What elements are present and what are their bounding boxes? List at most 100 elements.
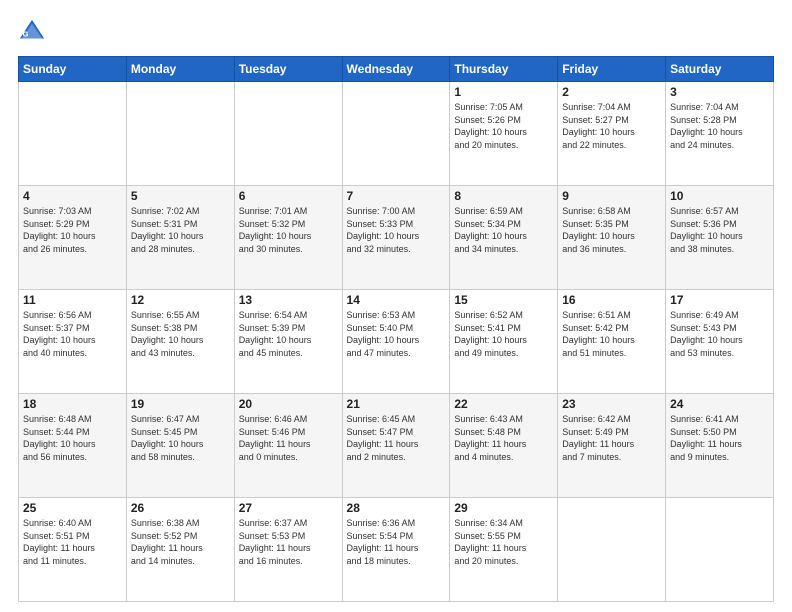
calendar-cell: 18 Sunrise: 6:48 AM Sunset: 5:44 PM Dayli… (19, 394, 127, 498)
day-info: Sunrise: 7:01 AM Sunset: 5:32 PM Dayligh… (239, 205, 338, 255)
weekday-wednesday: Wednesday (342, 57, 450, 82)
calendar-cell: 21Sunrise: 6:45 AM Sunset: 5:47 PM Dayli… (342, 394, 450, 498)
day-number: 14 (347, 293, 446, 307)
day-info: Sunrise: 6:56 AM Sunset: 5:37 PM Dayligh… (23, 309, 122, 359)
weekday-saturday: Saturday (666, 57, 774, 82)
calendar-cell (126, 82, 234, 186)
day-number: 28 (347, 501, 446, 515)
calendar-cell: 2 Sunrise: 7:04 AM Sunset: 5:27 PM Daylig… (558, 82, 666, 186)
day-info: Sunrise: 6:45 AM Sunset: 5:47 PM Dayligh… (347, 413, 446, 463)
day-info: Sunrise: 7:04 AM Sunset: 5:28 PM Dayligh… (670, 101, 769, 151)
day-info: Sunrise: 6:51 AM Sunset: 5:42 PM Dayligh… (562, 309, 661, 359)
day-number: 7 (347, 189, 446, 203)
week-row-3: 11Sunrise: 6:56 AM Sunset: 5:37 PM Dayli… (19, 290, 774, 394)
calendar-cell: 14Sunrise: 6:53 AM Sunset: 5:40 PM Dayli… (342, 290, 450, 394)
day-number: 23 (562, 397, 661, 411)
calendar-cell (666, 498, 774, 602)
week-row-4: 18 Sunrise: 6:48 AM Sunset: 5:44 PM Dayli… (19, 394, 774, 498)
day-number: 5 (131, 189, 230, 203)
day-info: Sunrise: 6:36 AM Sunset: 5:54 PM Dayligh… (347, 517, 446, 567)
weekday-thursday: Thursday (450, 57, 558, 82)
calendar-cell: 23 Sunrise: 6:42 AM Sunset: 5:49 PM Dayli… (558, 394, 666, 498)
day-info: Sunrise: 7:03 AM Sunset: 5:29 PM Dayligh… (23, 205, 122, 255)
week-row-5: 25 Sunrise: 6:40 AM Sunset: 5:51 PM Dayli… (19, 498, 774, 602)
calendar-cell: 17 Sunrise: 6:49 AM Sunset: 5:43 PM Dayli… (666, 290, 774, 394)
calendar-cell: 28 Sunrise: 6:36 AM Sunset: 5:54 PM Dayli… (342, 498, 450, 602)
day-number: 10 (670, 189, 769, 203)
calendar-cell: 27 Sunrise: 6:37 AM Sunset: 5:53 PM Dayli… (234, 498, 342, 602)
day-number: 13 (239, 293, 338, 307)
logo-icon: G (18, 18, 46, 46)
calendar-cell: 26 Sunrise: 6:38 AM Sunset: 5:52 PM Dayli… (126, 498, 234, 602)
calendar-cell: 6Sunrise: 7:01 AM Sunset: 5:32 PM Daylig… (234, 186, 342, 290)
day-info: Sunrise: 6:59 AM Sunset: 5:34 PM Dayligh… (454, 205, 553, 255)
day-info: Sunrise: 6:43 AM Sunset: 5:48 PM Dayligh… (454, 413, 553, 463)
day-info: Sunrise: 6:49 AM Sunset: 5:43 PM Dayligh… (670, 309, 769, 359)
day-number: 9 (562, 189, 661, 203)
day-number: 19 (131, 397, 230, 411)
day-info: Sunrise: 6:58 AM Sunset: 5:35 PM Dayligh… (562, 205, 661, 255)
day-info: Sunrise: 6:47 AM Sunset: 5:45 PM Dayligh… (131, 413, 230, 463)
day-info: Sunrise: 7:02 AM Sunset: 5:31 PM Dayligh… (131, 205, 230, 255)
day-number: 15 (454, 293, 553, 307)
calendar-cell: 10 Sunrise: 6:57 AM Sunset: 5:36 PM Dayli… (666, 186, 774, 290)
day-info: Sunrise: 7:00 AM Sunset: 5:33 PM Dayligh… (347, 205, 446, 255)
day-info: Sunrise: 6:40 AM Sunset: 5:51 PM Dayligh… (23, 517, 122, 567)
day-number: 20 (239, 397, 338, 411)
page: G SundayMondayTuesdayWednesdayThursdayFr… (0, 0, 792, 612)
day-number: 17 (670, 293, 769, 307)
day-number: 25 (23, 501, 122, 515)
day-info: Sunrise: 6:46 AM Sunset: 5:46 PM Dayligh… (239, 413, 338, 463)
day-info: Sunrise: 6:54 AM Sunset: 5:39 PM Dayligh… (239, 309, 338, 359)
calendar-cell: 7 Sunrise: 7:00 AM Sunset: 5:33 PM Daylig… (342, 186, 450, 290)
calendar-cell (558, 498, 666, 602)
svg-text:G: G (23, 30, 29, 39)
day-info: Sunrise: 7:04 AM Sunset: 5:27 PM Dayligh… (562, 101, 661, 151)
calendar-cell: 12 Sunrise: 6:55 AM Sunset: 5:38 PM Dayli… (126, 290, 234, 394)
calendar-cell: 8 Sunrise: 6:59 AM Sunset: 5:34 PM Daylig… (450, 186, 558, 290)
calendar-cell: 13 Sunrise: 6:54 AM Sunset: 5:39 PM Dayli… (234, 290, 342, 394)
day-number: 3 (670, 85, 769, 99)
day-info: Sunrise: 6:57 AM Sunset: 5:36 PM Dayligh… (670, 205, 769, 255)
day-number: 8 (454, 189, 553, 203)
week-row-1: 1Sunrise: 7:05 AM Sunset: 5:26 PM Daylig… (19, 82, 774, 186)
calendar-cell: 9 Sunrise: 6:58 AM Sunset: 5:35 PM Daylig… (558, 186, 666, 290)
calendar-cell: 29Sunrise: 6:34 AM Sunset: 5:55 PM Dayli… (450, 498, 558, 602)
weekday-friday: Friday (558, 57, 666, 82)
calendar-cell: 25 Sunrise: 6:40 AM Sunset: 5:51 PM Dayli… (19, 498, 127, 602)
day-number: 2 (562, 85, 661, 99)
calendar-cell: 24 Sunrise: 6:41 AM Sunset: 5:50 PM Dayli… (666, 394, 774, 498)
weekday-header-row: SundayMondayTuesdayWednesdayThursdayFrid… (19, 57, 774, 82)
calendar-cell: 19 Sunrise: 6:47 AM Sunset: 5:45 PM Dayli… (126, 394, 234, 498)
calendar-cell: 15 Sunrise: 6:52 AM Sunset: 5:41 PM Dayli… (450, 290, 558, 394)
day-info: Sunrise: 6:41 AM Sunset: 5:50 PM Dayligh… (670, 413, 769, 463)
day-number: 1 (454, 85, 553, 99)
day-info: Sunrise: 6:48 AM Sunset: 5:44 PM Dayligh… (23, 413, 122, 463)
calendar-table: SundayMondayTuesdayWednesdayThursdayFrid… (18, 56, 774, 602)
logo: G (18, 18, 50, 46)
header: G (18, 18, 774, 46)
weekday-sunday: Sunday (19, 57, 127, 82)
calendar-cell: 4 Sunrise: 7:03 AM Sunset: 5:29 PM Daylig… (19, 186, 127, 290)
calendar-cell: 1Sunrise: 7:05 AM Sunset: 5:26 PM Daylig… (450, 82, 558, 186)
calendar-cell: 20 Sunrise: 6:46 AM Sunset: 5:46 PM Dayli… (234, 394, 342, 498)
day-info: Sunrise: 6:52 AM Sunset: 5:41 PM Dayligh… (454, 309, 553, 359)
day-info: Sunrise: 6:42 AM Sunset: 5:49 PM Dayligh… (562, 413, 661, 463)
calendar-cell: 3 Sunrise: 7:04 AM Sunset: 5:28 PM Daylig… (666, 82, 774, 186)
day-number: 18 (23, 397, 122, 411)
day-number: 22 (454, 397, 553, 411)
day-number: 4 (23, 189, 122, 203)
calendar-cell (19, 82, 127, 186)
day-info: Sunrise: 6:55 AM Sunset: 5:38 PM Dayligh… (131, 309, 230, 359)
day-number: 27 (239, 501, 338, 515)
calendar-cell (234, 82, 342, 186)
calendar-cell: 5 Sunrise: 7:02 AM Sunset: 5:31 PM Daylig… (126, 186, 234, 290)
day-info: Sunrise: 6:38 AM Sunset: 5:52 PM Dayligh… (131, 517, 230, 567)
day-number: 16 (562, 293, 661, 307)
day-number: 26 (131, 501, 230, 515)
day-number: 12 (131, 293, 230, 307)
day-number: 29 (454, 501, 553, 515)
weekday-monday: Monday (126, 57, 234, 82)
day-info: Sunrise: 6:37 AM Sunset: 5:53 PM Dayligh… (239, 517, 338, 567)
day-number: 24 (670, 397, 769, 411)
